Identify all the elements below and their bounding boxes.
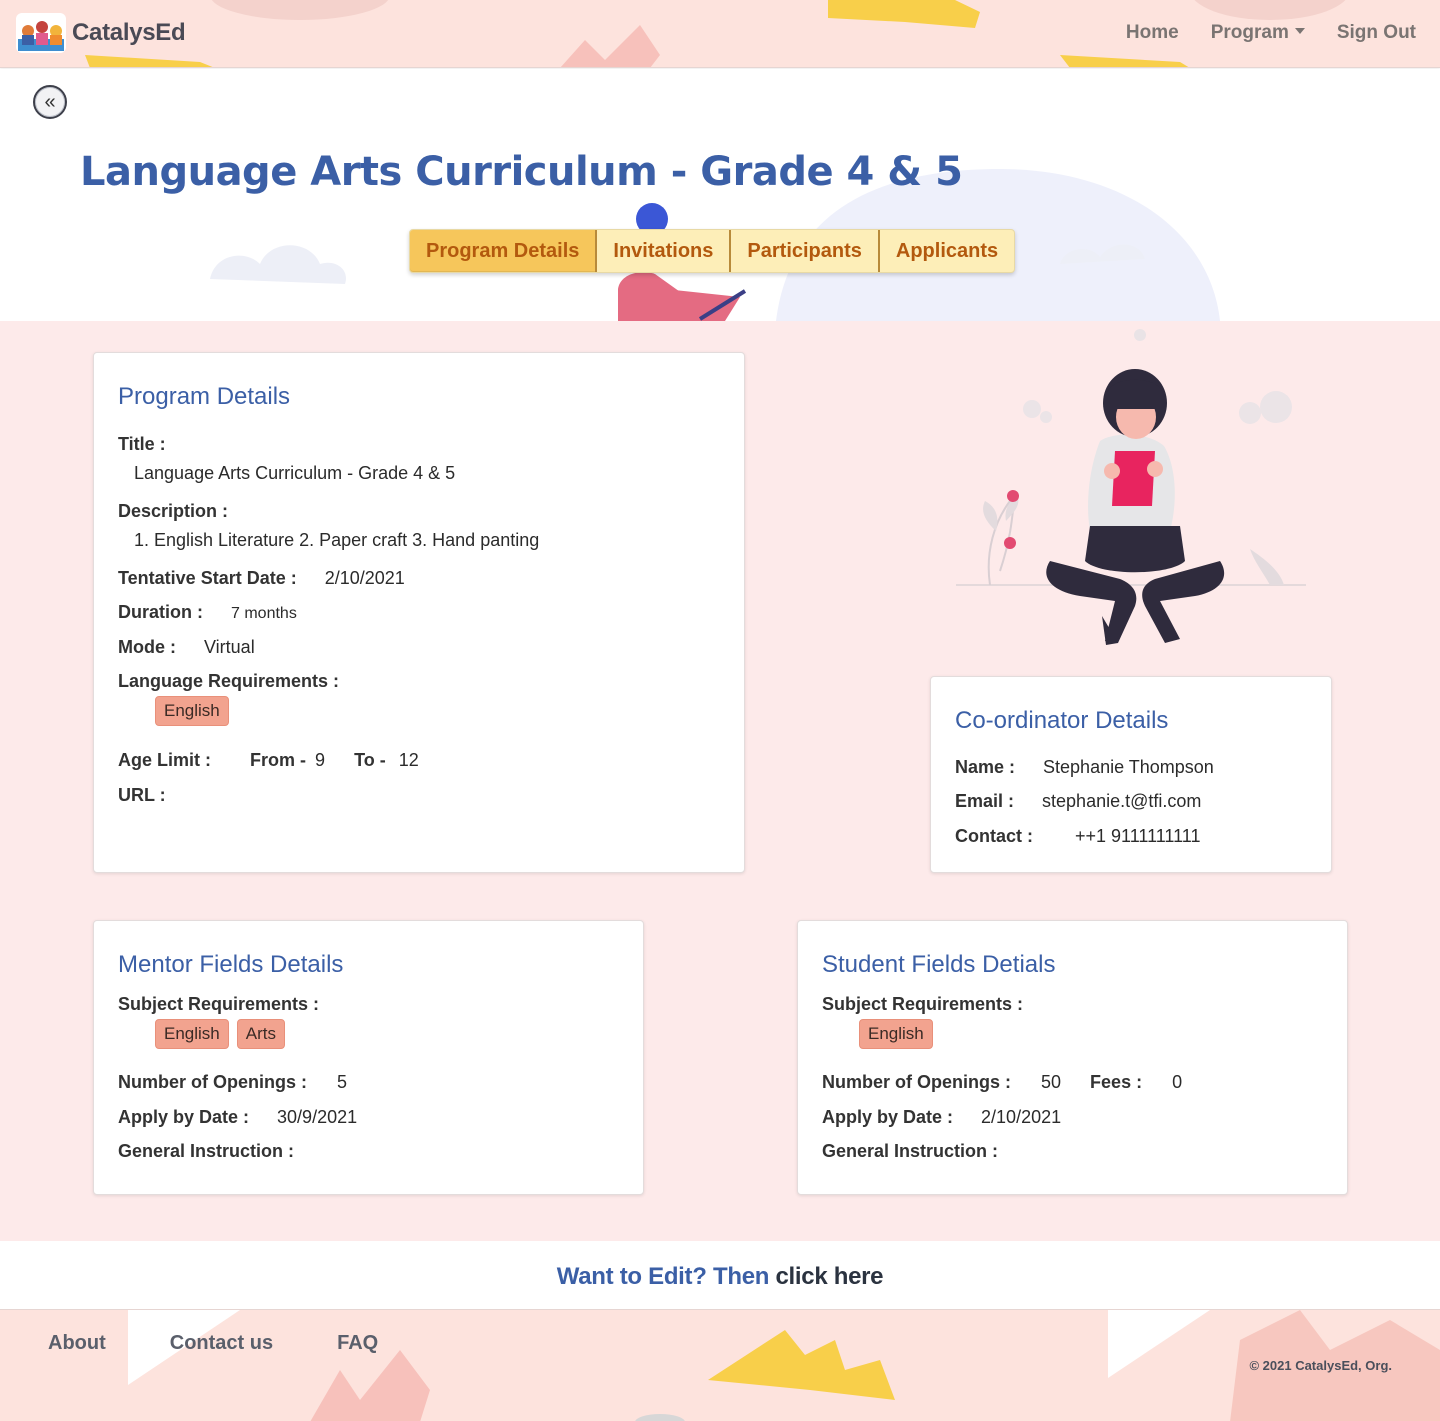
duration-value: 7 months bbox=[231, 605, 297, 622]
student-fees-value: 0 bbox=[1172, 1072, 1183, 1092]
footer-links: About Contact us FAQ bbox=[48, 1332, 378, 1355]
description-value: 1. English Literature 2. Paper craft 3. … bbox=[134, 530, 540, 550]
age-to-label: To - bbox=[354, 750, 386, 770]
back-button[interactable]: « bbox=[33, 85, 67, 119]
start-date-value: 2/10/2021 bbox=[324, 568, 405, 588]
top-navbar: CatalysEd Home Program Sign Out bbox=[0, 0, 1440, 68]
age-limit-label: Age Limit : bbox=[118, 750, 211, 770]
url-label: URL : bbox=[118, 785, 166, 805]
brand[interactable]: CatalysEd bbox=[16, 13, 186, 53]
student-subject-badge: English bbox=[859, 1019, 933, 1049]
mentor-subject-label: Subject Requirements : bbox=[118, 994, 320, 1014]
student-apply-label: Apply by Date : bbox=[822, 1107, 954, 1127]
coordinator-contact-label: Contact : bbox=[955, 826, 1033, 846]
mentor-openings-label: Number of Openings : bbox=[118, 1072, 307, 1092]
duration-label: Duration : bbox=[118, 602, 203, 622]
coordinator-heading: Co-ordinator Details bbox=[955, 707, 1169, 734]
student-subject-label: Subject Requirements : bbox=[822, 994, 1024, 1014]
student-apply-value: 2/10/2021 bbox=[981, 1107, 1062, 1127]
mentor-instruction-label: General Instruction : bbox=[118, 1141, 295, 1161]
mentor-apply-label: Apply by Date : bbox=[118, 1107, 250, 1127]
coordinator-name-label: Name : bbox=[955, 757, 1016, 777]
nav-program-dropdown[interactable]: Program bbox=[1211, 22, 1305, 44]
program-tabs: Program Details Invitations Participants… bbox=[409, 229, 1016, 273]
tab-program-details[interactable]: Program Details bbox=[410, 230, 598, 272]
mode-label: Mode : bbox=[118, 637, 176, 657]
main-content: Program Details Title : Language Arts Cu… bbox=[0, 321, 1440, 1241]
student-openings-value: 50 bbox=[1041, 1072, 1062, 1092]
double-chevron-left-icon: « bbox=[44, 90, 56, 113]
coordinator-email-value: stephanie.t@tfi.com bbox=[1042, 791, 1202, 811]
age-from-value: 9 bbox=[315, 750, 326, 770]
tab-applicants[interactable]: Applicants bbox=[880, 230, 1014, 272]
language-badge: English bbox=[155, 696, 229, 726]
age-from-label: From - bbox=[250, 750, 307, 770]
mentor-openings-value: 5 bbox=[337, 1072, 348, 1092]
footer-about-link[interactable]: About bbox=[48, 1332, 106, 1355]
student-instruction-label: General Instruction : bbox=[822, 1141, 999, 1161]
mentor-apply-value: 30/9/2021 bbox=[277, 1107, 358, 1127]
hero-section: « Language Arts Curriculum - Grade 4 & 5… bbox=[0, 69, 1440, 321]
start-date-label: Tentative Start Date : bbox=[118, 568, 297, 588]
coordinator-email-label: Email : bbox=[955, 791, 1015, 811]
copyright: © 2021 CatalysEd, Org. bbox=[1249, 1358, 1392, 1373]
coordinator-contact-value: ++1 9111111111 bbox=[1075, 826, 1201, 846]
footer-decoration bbox=[128, 1310, 1440, 1421]
coordinator-card: Co-ordinator Details Name : Stephanie Tho… bbox=[930, 676, 1332, 873]
brand-logo-icon bbox=[16, 13, 66, 53]
footer-faq-link[interactable]: FAQ bbox=[337, 1332, 378, 1355]
brand-name: CatalysEd bbox=[72, 19, 186, 46]
title-value: Language Arts Curriculum - Grade 4 & 5 bbox=[134, 463, 456, 483]
language-requirements-label: Language Requirements : bbox=[118, 671, 340, 691]
nav-program-label: Program bbox=[1210, 22, 1289, 43]
caret-down-icon bbox=[1294, 28, 1305, 35]
reading-person-illustration bbox=[956, 329, 1306, 645]
edit-click-here-link[interactable]: click here bbox=[775, 1263, 883, 1290]
student-fields-card: Student Fields Detials Subject Requireme… bbox=[797, 920, 1348, 1195]
footer: About Contact us FAQ © 2021 CatalysEd, O… bbox=[0, 1309, 1440, 1421]
edit-bar: Want to Edit? Then click here bbox=[0, 1241, 1440, 1309]
student-openings-label: Number of Openings : bbox=[822, 1072, 1011, 1092]
edit-prompt: Want to Edit? Then click here bbox=[0, 1263, 1440, 1291]
nav-sign-out-link[interactable]: Sign Out bbox=[1337, 22, 1416, 44]
student-heading: Student Fields Detials bbox=[822, 951, 1056, 978]
page-title: Language Arts Curriculum - Grade 4 & 5 bbox=[80, 149, 963, 195]
hero-illustration bbox=[0, 69, 1440, 321]
student-fees-label: Fees : bbox=[1090, 1072, 1143, 1092]
program-details-card: Program Details Title : Language Arts Cu… bbox=[93, 352, 745, 873]
title-label: Title : bbox=[118, 434, 166, 454]
mentor-subject-badge: English bbox=[155, 1019, 229, 1049]
program-details-heading: Program Details bbox=[118, 383, 291, 410]
mentor-heading: Mentor Fields Details bbox=[118, 951, 344, 978]
nav-links: Home Program Sign Out bbox=[1126, 22, 1416, 44]
age-to-value: 12 bbox=[398, 750, 419, 770]
nav-home-link[interactable]: Home bbox=[1126, 22, 1179, 44]
mentor-subject-badge: Arts bbox=[236, 1019, 285, 1049]
tab-participants[interactable]: Participants bbox=[731, 230, 880, 272]
tab-invitations[interactable]: Invitations bbox=[597, 230, 732, 272]
edit-prompt-text: Want to Edit? Then bbox=[556, 1263, 770, 1290]
mode-value: Virtual bbox=[204, 637, 255, 657]
footer-contact-link[interactable]: Contact us bbox=[170, 1332, 273, 1355]
description-label: Description : bbox=[118, 501, 229, 521]
mentor-fields-card: Mentor Fields Details Subject Requiremen… bbox=[93, 920, 644, 1195]
coordinator-name-value: Stephanie Thompson bbox=[1043, 757, 1214, 777]
